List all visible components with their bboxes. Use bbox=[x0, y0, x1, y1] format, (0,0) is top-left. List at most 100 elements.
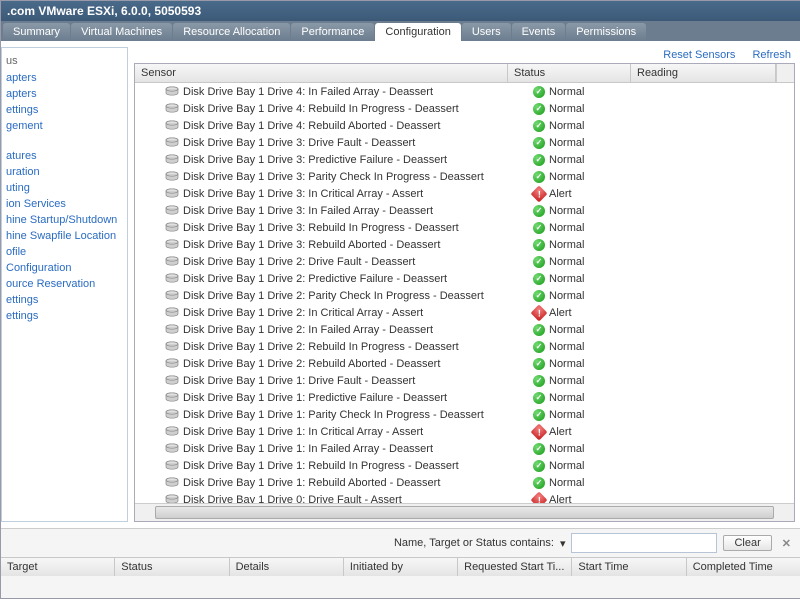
status-alert-icon: ! bbox=[531, 423, 548, 440]
table-row[interactable]: Disk Drive Bay 1 Drive 1: Parity Check I… bbox=[135, 406, 794, 423]
disk-icon bbox=[165, 86, 179, 97]
reset-sensors-link[interactable]: Reset Sensors bbox=[663, 49, 735, 61]
task-col[interactable]: Details bbox=[230, 558, 344, 576]
left-nav-header: us bbox=[2, 52, 127, 70]
table-row[interactable]: Disk Drive Bay 1 Drive 3: Drive Fault - … bbox=[135, 134, 794, 151]
sensor-text: Disk Drive Bay 1 Drive 4: Rebuild Aborte… bbox=[183, 120, 440, 132]
nav-item[interactable]: uting bbox=[2, 180, 127, 196]
status-text: Normal bbox=[549, 290, 584, 302]
tab-users[interactable]: Users bbox=[462, 23, 511, 41]
nav-item[interactable]: atures bbox=[2, 148, 127, 164]
refresh-link[interactable]: Refresh bbox=[752, 49, 791, 61]
task-col[interactable]: Status bbox=[115, 558, 229, 576]
scroll-thumb[interactable] bbox=[155, 506, 774, 519]
tab-resource-allocation[interactable]: Resource Allocation bbox=[173, 23, 290, 41]
status-normal-icon: ✓ bbox=[533, 205, 545, 217]
status-normal-icon: ✓ bbox=[533, 137, 545, 149]
title-bar: .com VMware ESXi, 6.0.0, 5050593 bbox=[1, 1, 800, 21]
table-row[interactable]: Disk Drive Bay 1 Drive 3: Predictive Fai… bbox=[135, 151, 794, 168]
table-row[interactable]: Disk Drive Bay 1 Drive 3: Rebuild In Pro… bbox=[135, 219, 794, 236]
disk-icon bbox=[165, 443, 179, 454]
col-status[interactable]: Status bbox=[508, 64, 631, 82]
sensor-text: Disk Drive Bay 1 Drive 2: In Critical Ar… bbox=[183, 307, 423, 319]
filter-input[interactable] bbox=[571, 533, 717, 553]
table-row[interactable]: Disk Drive Bay 1 Drive 4: Rebuild In Pro… bbox=[135, 100, 794, 117]
disk-icon bbox=[165, 324, 179, 335]
col-sensor[interactable]: Sensor bbox=[135, 64, 508, 82]
main-panel: Reset Sensors Refresh Sensor Status Read… bbox=[134, 47, 795, 522]
nav-item[interactable]: ource Reservation bbox=[2, 276, 127, 292]
disk-icon bbox=[165, 273, 179, 284]
grid-body[interactable]: Disk Drive Bay 1 Drive 4: In Failed Arra… bbox=[135, 83, 794, 503]
status-normal-icon: ✓ bbox=[533, 341, 545, 353]
sensor-grid: Sensor Status Reading Disk Drive Bay 1 D… bbox=[134, 63, 795, 522]
clear-button[interactable]: Clear bbox=[723, 535, 771, 551]
col-reading[interactable]: Reading bbox=[631, 64, 776, 82]
tab-permissions[interactable]: Permissions bbox=[566, 23, 646, 41]
nav-item[interactable]: ettings bbox=[2, 102, 127, 118]
nav-item[interactable]: apters bbox=[2, 70, 127, 86]
sensor-text: Disk Drive Bay 1 Drive 1: Rebuild Aborte… bbox=[183, 477, 440, 489]
tab-performance[interactable]: Performance bbox=[291, 23, 374, 41]
nav-item[interactable]: uration bbox=[2, 164, 127, 180]
table-row[interactable]: Disk Drive Bay 1 Drive 1: Rebuild Aborte… bbox=[135, 474, 794, 491]
filter-dropdown-icon[interactable]: ▾ bbox=[560, 537, 566, 550]
disk-icon bbox=[165, 426, 179, 437]
tab-events[interactable]: Events bbox=[512, 23, 566, 41]
table-row[interactable]: Disk Drive Bay 1 Drive 2: Rebuild Aborte… bbox=[135, 355, 794, 372]
tab-summary[interactable]: Summary bbox=[3, 23, 70, 41]
table-row[interactable]: Disk Drive Bay 1 Drive 4: Rebuild Aborte… bbox=[135, 117, 794, 134]
nav-item[interactable]: hine Startup/Shutdown bbox=[2, 212, 127, 228]
horizontal-scrollbar[interactable] bbox=[135, 503, 794, 521]
sensor-text: Disk Drive Bay 1 Drive 1: In Failed Arra… bbox=[183, 443, 433, 455]
table-row[interactable]: Disk Drive Bay 1 Drive 2: Drive Fault - … bbox=[135, 253, 794, 270]
table-row[interactable]: Disk Drive Bay 1 Drive 1: Rebuild In Pro… bbox=[135, 457, 794, 474]
table-row[interactable]: Disk Drive Bay 1 Drive 3: In Failed Arra… bbox=[135, 202, 794, 219]
sensor-text: Disk Drive Bay 1 Drive 3: In Critical Ar… bbox=[183, 188, 423, 200]
tab-configuration[interactable]: Configuration bbox=[375, 23, 460, 41]
sensor-text: Disk Drive Bay 1 Drive 2: Rebuild In Pro… bbox=[183, 341, 459, 353]
nav-item[interactable]: apters bbox=[2, 86, 127, 102]
disk-icon bbox=[165, 120, 179, 131]
disk-icon bbox=[165, 494, 179, 503]
status-text: Normal bbox=[549, 409, 584, 421]
table-row[interactable]: Disk Drive Bay 1 Drive 2: Parity Check I… bbox=[135, 287, 794, 304]
nav-item[interactable]: ettings bbox=[2, 308, 127, 324]
nav-item[interactable]: ion Services bbox=[2, 196, 127, 212]
table-row[interactable]: Disk Drive Bay 1 Drive 3: Rebuild Aborte… bbox=[135, 236, 794, 253]
table-row[interactable]: Disk Drive Bay 1 Drive 4: In Failed Arra… bbox=[135, 83, 794, 100]
table-row[interactable]: Disk Drive Bay 1 Drive 1: Drive Fault - … bbox=[135, 372, 794, 389]
table-row[interactable]: Disk Drive Bay 1 Drive 3: Parity Check I… bbox=[135, 168, 794, 185]
table-row[interactable]: Disk Drive Bay 1 Drive 1: Predictive Fai… bbox=[135, 389, 794, 406]
table-row[interactable]: Disk Drive Bay 1 Drive 0: Drive Fault - … bbox=[135, 491, 794, 503]
table-row[interactable]: Disk Drive Bay 1 Drive 2: In Failed Arra… bbox=[135, 321, 794, 338]
table-row[interactable]: Disk Drive Bay 1 Drive 1: In Failed Arra… bbox=[135, 440, 794, 457]
disk-icon bbox=[165, 460, 179, 471]
sensor-text: Disk Drive Bay 1 Drive 2: Rebuild Aborte… bbox=[183, 358, 440, 370]
table-row[interactable]: Disk Drive Bay 1 Drive 3: In Critical Ar… bbox=[135, 185, 794, 202]
table-row[interactable]: Disk Drive Bay 1 Drive 2: Predictive Fai… bbox=[135, 270, 794, 287]
table-row[interactable]: Disk Drive Bay 1 Drive 2: Rebuild In Pro… bbox=[135, 338, 794, 355]
close-filter-icon[interactable]: ✕ bbox=[778, 537, 795, 550]
status-text: Normal bbox=[549, 375, 584, 387]
status-text: Normal bbox=[549, 341, 584, 353]
table-row[interactable]: Disk Drive Bay 1 Drive 2: In Critical Ar… bbox=[135, 304, 794, 321]
nav-item[interactable]: gement bbox=[2, 118, 127, 134]
task-col[interactable]: Requested Start Ti... bbox=[458, 558, 572, 576]
task-col[interactable]: Completed Time bbox=[687, 558, 800, 576]
nav-item[interactable]: ettings bbox=[2, 292, 127, 308]
sensor-text: Disk Drive Bay 1 Drive 2: Parity Check I… bbox=[183, 290, 484, 302]
disk-icon bbox=[165, 171, 179, 182]
task-col[interactable]: Initiated by bbox=[344, 558, 458, 576]
table-row[interactable]: Disk Drive Bay 1 Drive 1: In Critical Ar… bbox=[135, 423, 794, 440]
status-text: Normal bbox=[549, 154, 584, 166]
status-normal-icon: ✓ bbox=[533, 120, 545, 132]
status-normal-icon: ✓ bbox=[533, 477, 545, 489]
tab-virtual-machines[interactable]: Virtual Machines bbox=[71, 23, 172, 41]
filter-label: Name, Target or Status contains: bbox=[394, 537, 554, 549]
task-col[interactable]: Start Time bbox=[572, 558, 686, 576]
nav-item[interactable]: Configuration bbox=[2, 260, 127, 276]
nav-item[interactable]: hine Swapfile Location bbox=[2, 228, 127, 244]
task-col[interactable]: Target bbox=[1, 558, 115, 576]
nav-item[interactable]: ofile bbox=[2, 244, 127, 260]
